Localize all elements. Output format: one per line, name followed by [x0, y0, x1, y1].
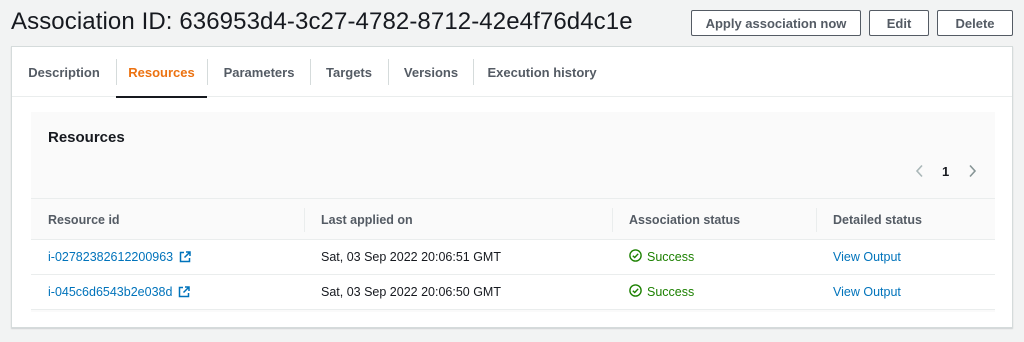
page-header: Association ID: 636953d4-3c27-4782-8712-… [0, 0, 1024, 46]
resources-panel: Resources 1 Resource id Last applied on … [31, 112, 995, 312]
association-details-container: Description Resources Parameters Targets… [11, 46, 1013, 328]
success-check-icon [629, 249, 647, 265]
success-check-icon [629, 284, 647, 300]
association-status-cell: Success [629, 240, 694, 274]
tab-targets[interactable]: Targets [325, 47, 373, 97]
resource-id-link[interactable]: i-045c6d6543b2e038d [48, 285, 172, 299]
view-output-link[interactable]: View Output [833, 285, 901, 299]
page-title: Association ID: 636953d4-3c27-4782-8712-… [11, 8, 633, 35]
last-applied-cell: Sat, 03 Sep 2022 20:06:50 GMT [321, 285, 501, 299]
tab-versions[interactable]: Versions [404, 47, 458, 97]
column-header-resource-id[interactable]: Resource id [48, 199, 120, 240]
delete-button[interactable]: Delete [937, 10, 1013, 36]
detailed-status-cell: View Output [833, 275, 901, 309]
edit-button[interactable]: Edit [869, 10, 929, 36]
status-badge: Success [629, 284, 694, 300]
tab-divider [388, 59, 389, 85]
table-header: Resource id Last applied on Association … [31, 198, 995, 240]
tab-resources[interactable]: Resources [116, 47, 207, 98]
column-header-association-status[interactable]: Association status [629, 199, 740, 240]
chevron-left-icon [915, 164, 925, 178]
resources-panel-title: Resources [48, 129, 125, 146]
column-divider [816, 208, 817, 232]
tab-divider [473, 59, 474, 85]
column-header-detailed-status[interactable]: Detailed status [833, 199, 922, 240]
apply-association-now-button[interactable]: Apply association now [691, 10, 861, 36]
column-header-last-applied[interactable]: Last applied on [321, 199, 413, 240]
tab-description[interactable]: Description [28, 47, 100, 97]
external-link-icon[interactable] [178, 286, 191, 298]
view-output-link[interactable]: View Output [833, 250, 901, 264]
table-row: i-045c6d6543b2e038d Sat, 03 Sep 2022 20:… [31, 275, 995, 310]
table-row: i-02782382612200963 Sat, 03 Sep 2022 20:… [31, 240, 995, 275]
status-text: Success [647, 250, 695, 264]
chevron-right-icon [967, 164, 977, 178]
tab-divider [207, 59, 208, 85]
pagination-next-button[interactable] [967, 162, 977, 180]
pagination-page-number[interactable]: 1 [942, 162, 949, 180]
pagination-prev-button[interactable] [915, 162, 925, 180]
resource-id-cell: i-045c6d6543b2e038d [48, 275, 191, 309]
tab-parameters[interactable]: Parameters [224, 47, 295, 97]
tab-execution-history[interactable]: Execution history [487, 47, 596, 97]
resource-id-link[interactable]: i-02782382612200963 [48, 250, 173, 264]
status-text: Success [647, 285, 695, 299]
column-divider [612, 208, 613, 232]
last-applied-cell: Sat, 03 Sep 2022 20:06:51 GMT [321, 250, 501, 264]
association-status-cell: Success [629, 275, 694, 309]
resource-id-cell: i-02782382612200963 [48, 240, 191, 274]
detailed-status-cell: View Output [833, 240, 901, 274]
column-divider [304, 208, 305, 232]
status-badge: Success [629, 249, 694, 265]
external-link-icon[interactable] [179, 251, 191, 263]
tab-divider [310, 59, 311, 85]
tab-bar: Description Resources Parameters Targets… [12, 47, 1012, 98]
